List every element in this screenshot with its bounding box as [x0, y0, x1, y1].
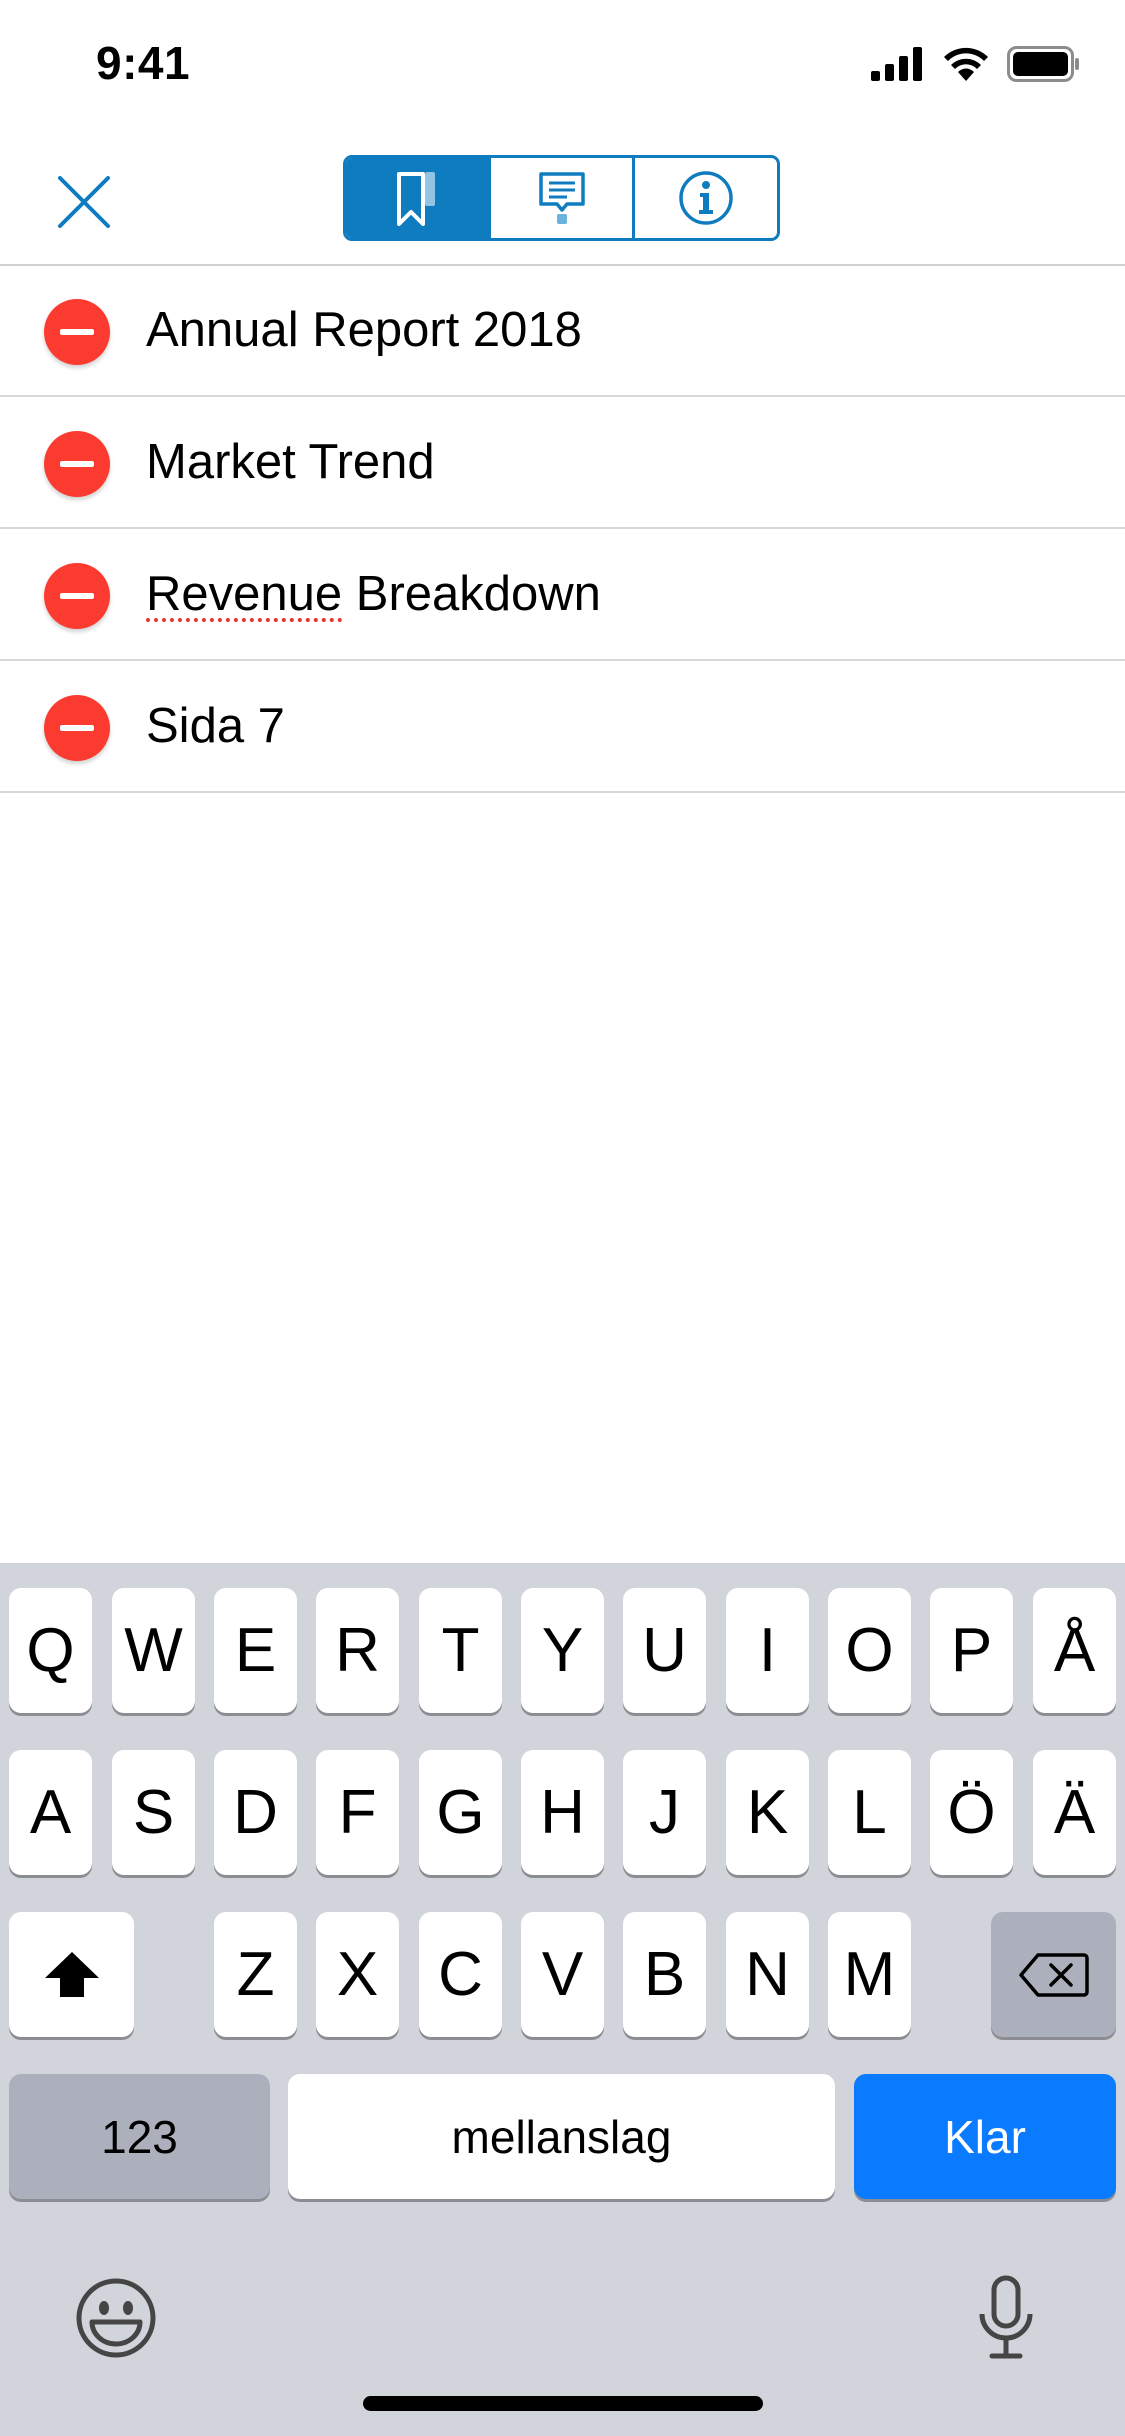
key-q[interactable]: Q	[9, 1588, 92, 1713]
keyboard-row-3: Z X C V B N M	[0, 1912, 1125, 2037]
delete-button[interactable]	[44, 695, 110, 761]
key-r[interactable]: R	[316, 1588, 399, 1713]
list-item[interactable]: Market Trend	[0, 397, 1125, 529]
key-k[interactable]: K	[726, 1750, 809, 1875]
key-f[interactable]: F	[316, 1750, 399, 1875]
shift-key[interactable]	[9, 1912, 134, 2037]
delete-button[interactable]	[44, 431, 110, 497]
numbers-key[interactable]: 123	[9, 2074, 270, 2199]
key-s[interactable]: S	[112, 1750, 195, 1875]
emoji-icon	[76, 2278, 156, 2358]
key-g[interactable]: G	[419, 1750, 502, 1875]
key-c[interactable]: C	[419, 1912, 502, 2037]
key-n[interactable]: N	[726, 1912, 809, 2037]
key-o[interactable]: O	[828, 1588, 911, 1713]
list-item[interactable]: Annual Report 2018	[0, 265, 1125, 397]
bookmark-icon	[396, 172, 435, 226]
close-button[interactable]	[54, 172, 114, 232]
list-item-label[interactable]: Market Trend	[146, 431, 435, 493]
status-icons	[871, 46, 1081, 82]
cellular-signal-icon	[871, 47, 922, 81]
key-j[interactable]: J	[623, 1750, 706, 1875]
list-item[interactable]: Sida 7	[0, 661, 1125, 793]
key-e[interactable]: E	[214, 1588, 297, 1713]
keyboard-row-1: Q W E R T Y U I O P Å	[0, 1588, 1125, 1713]
list-item-label[interactable]: Sida 7	[146, 695, 285, 757]
navigation-bar	[0, 132, 1125, 266]
status-bar: 9:41	[0, 0, 1125, 132]
key-z[interactable]: Z	[214, 1912, 297, 2037]
battery-icon	[1007, 46, 1079, 82]
misspelled-word: Revenue	[146, 567, 343, 621]
key-o-umlaut[interactable]: Ö	[930, 1750, 1013, 1875]
key-v[interactable]: V	[521, 1912, 604, 2037]
list-item-label[interactable]: Annual Report 2018	[146, 299, 582, 361]
info-icon	[679, 171, 733, 225]
backspace-icon	[1018, 1952, 1089, 1997]
key-t[interactable]: T	[419, 1588, 502, 1713]
list-item[interactable]: Revenue Breakdown	[0, 529, 1125, 661]
delete-key[interactable]	[991, 1912, 1116, 2037]
done-key[interactable]: Klar	[854, 2074, 1116, 2199]
key-u[interactable]: U	[623, 1588, 706, 1713]
key-a[interactable]: A	[9, 1750, 92, 1875]
key-b[interactable]: B	[623, 1912, 706, 2037]
tab-info[interactable]	[632, 158, 777, 238]
delete-button[interactable]	[44, 299, 110, 365]
key-a-ring[interactable]: Å	[1033, 1588, 1116, 1713]
emoji-button[interactable]	[74, 2276, 158, 2360]
key-w[interactable]: W	[112, 1588, 195, 1713]
key-l[interactable]: L	[828, 1750, 911, 1875]
keyboard-row-2: A S D F G H J K L Ö Ä	[0, 1750, 1125, 1875]
key-m[interactable]: M	[828, 1912, 911, 2037]
tab-bookmarks[interactable]	[346, 158, 488, 238]
list-item-label-editing[interactable]: Revenue Breakdown	[146, 563, 601, 625]
key-x[interactable]: X	[316, 1912, 399, 2037]
view-segmented-control	[343, 155, 780, 241]
key-p[interactable]: P	[930, 1588, 1013, 1713]
space-key[interactable]: mellanslag	[288, 2074, 835, 2199]
home-indicator	[363, 2396, 763, 2411]
shift-arrow-icon	[44, 1951, 99, 1997]
status-time: 9:41	[96, 37, 191, 89]
keyboard-row-4: 123 mellanslag Klar	[0, 2074, 1125, 2199]
tab-comments[interactable]	[487, 158, 633, 238]
key-y[interactable]: Y	[521, 1588, 604, 1713]
key-h[interactable]: H	[521, 1750, 604, 1875]
keyboard: Q W E R T Y U I O P Å A S D F G H J K L …	[0, 1563, 1125, 2436]
key-a-umlaut[interactable]: Ä	[1033, 1750, 1116, 1875]
key-i[interactable]: I	[726, 1588, 809, 1713]
dictation-button[interactable]	[976, 2274, 1036, 2362]
delete-button[interactable]	[44, 563, 110, 629]
bookmark-list: Annual Report 2018 Market Trend Revenue …	[0, 265, 1125, 793]
comment-icon	[538, 172, 585, 224]
wifi-icon	[944, 47, 988, 81]
key-d[interactable]: D	[214, 1750, 297, 1875]
close-x-icon	[58, 176, 110, 228]
label-rest: Breakdown	[342, 567, 601, 621]
microphone-icon	[979, 2275, 1033, 2359]
